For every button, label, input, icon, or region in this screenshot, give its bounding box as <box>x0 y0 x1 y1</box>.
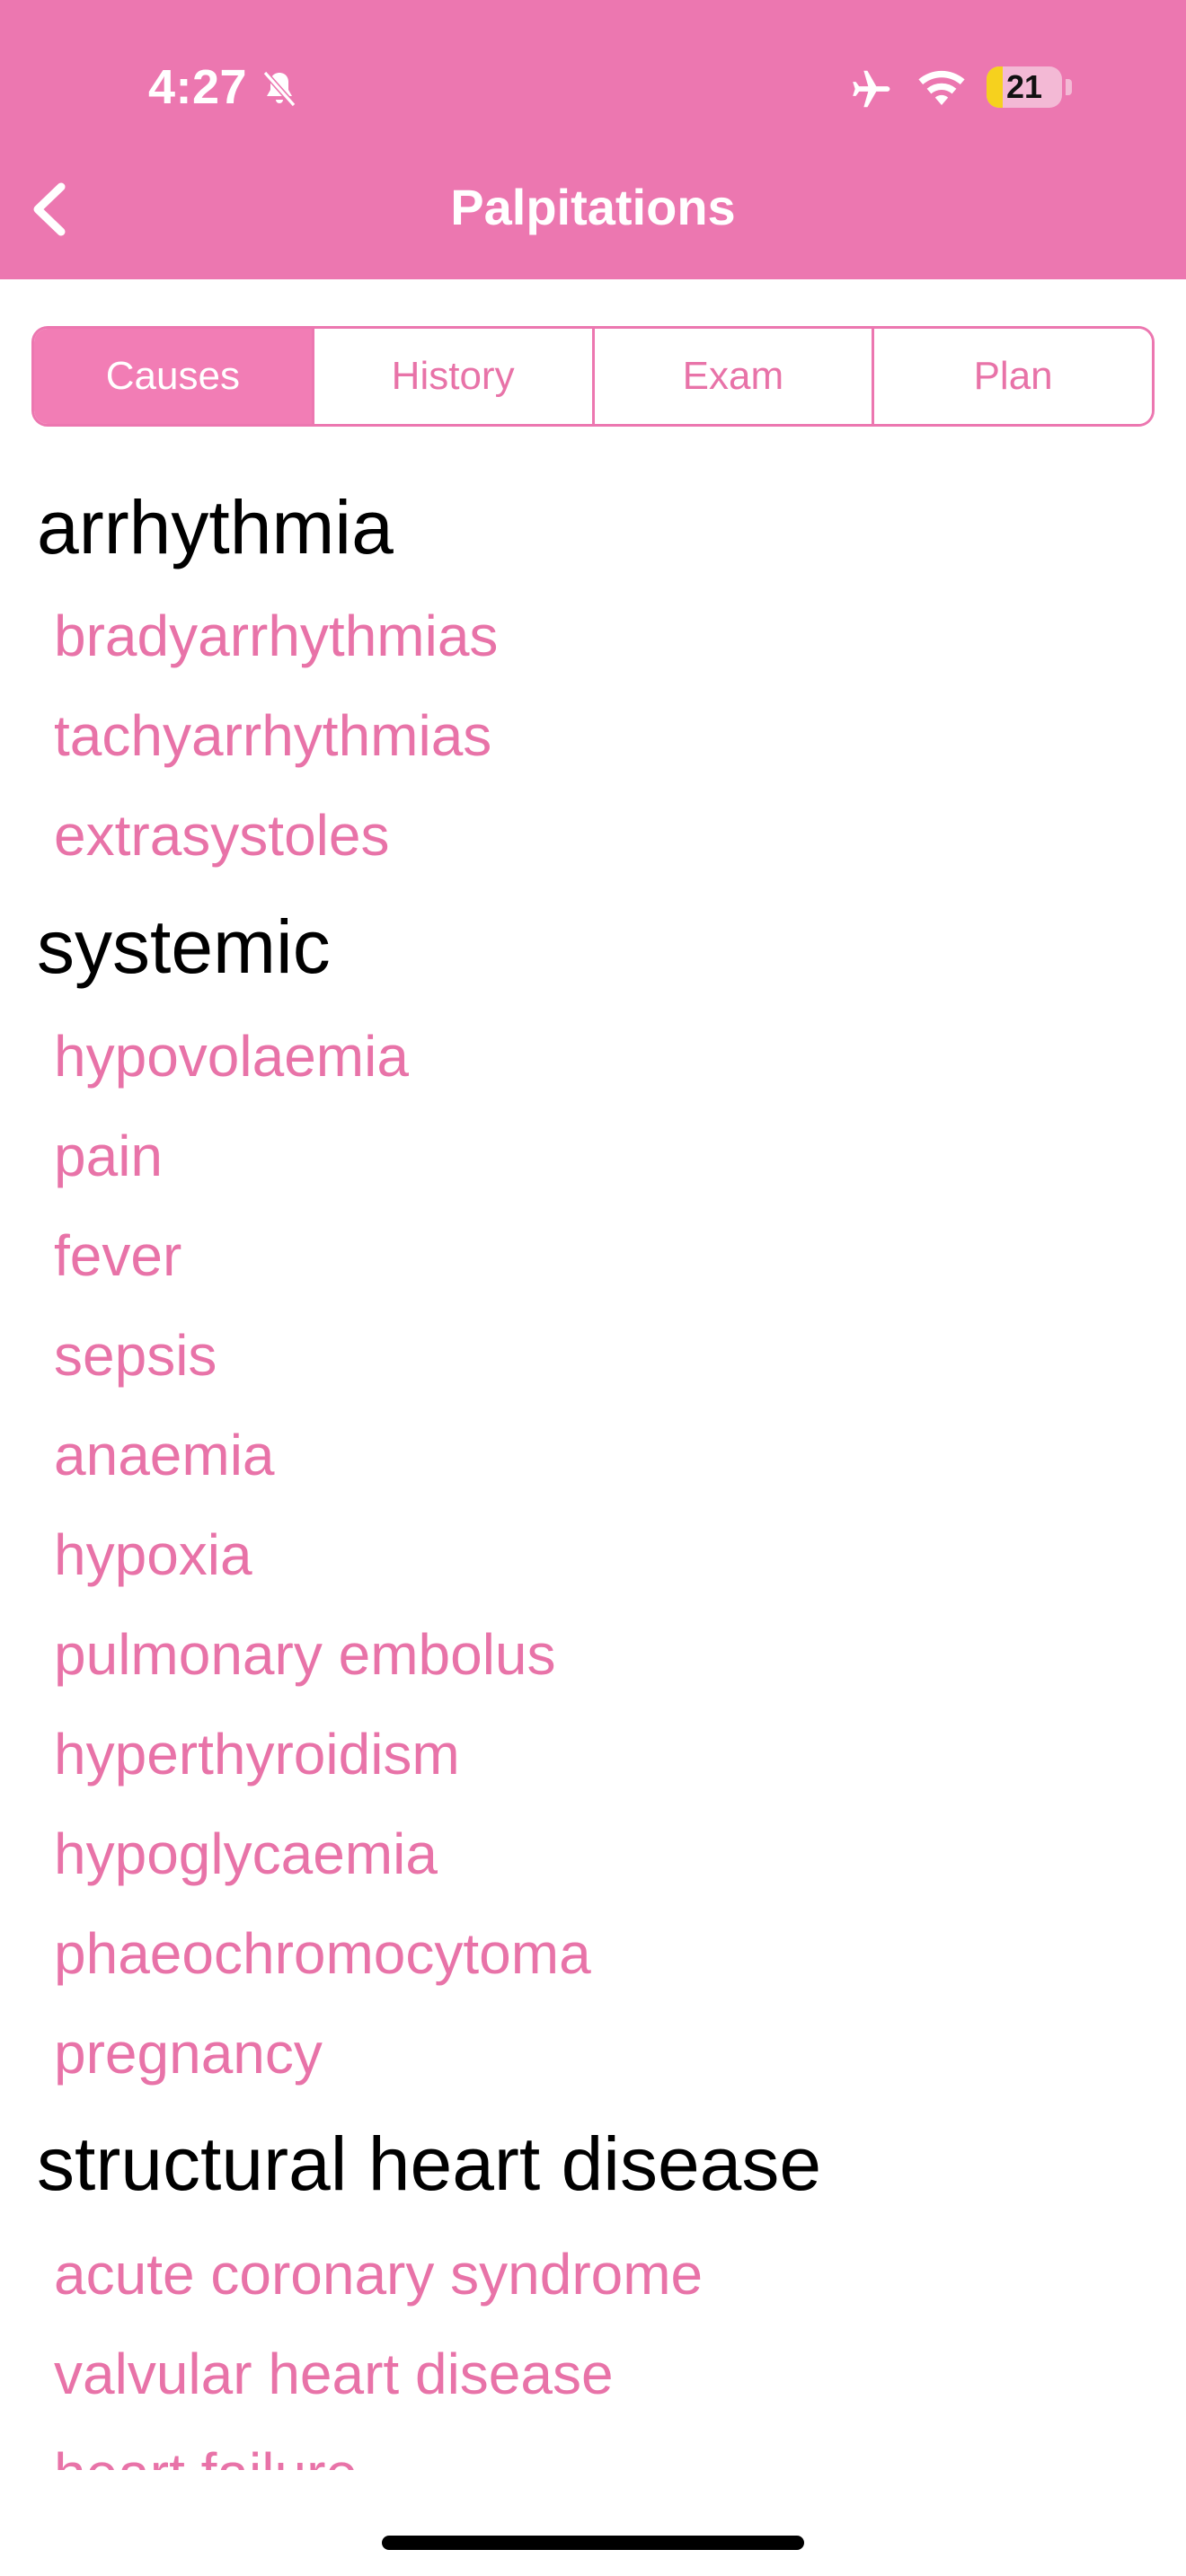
home-indicator <box>382 2536 804 2550</box>
causes-list: arrhythmia bradyarrhythmias tachyarrhyth… <box>0 467 1186 2470</box>
group-title-systemic: systemic <box>37 904 331 989</box>
tab-exam[interactable]: Exam <box>591 329 872 424</box>
list-item[interactable]: pulmonary embolus <box>54 1621 556 1688</box>
airplane-icon <box>853 70 890 108</box>
list-item[interactable]: heart failure <box>54 2440 358 2470</box>
list-item[interactable]: hypoglycaemia <box>54 1821 438 1887</box>
tab-plan[interactable]: Plan <box>872 329 1152 424</box>
status-time: 4:27 <box>148 60 248 114</box>
group-title-arrhythmia: arrhythmia <box>37 485 394 569</box>
list-item[interactable]: hyperthyroidism <box>54 1721 460 1787</box>
battery-cap <box>1066 79 1072 95</box>
list-item[interactable]: anaemia <box>54 1422 275 1488</box>
navigation-header: 4:27 21 Palpitations <box>0 0 1186 279</box>
tab-history[interactable]: History <box>311 329 592 424</box>
list-item[interactable]: bradyarrhythmias <box>54 603 498 669</box>
list-item[interactable]: fever <box>54 1222 181 1289</box>
list-item[interactable]: hypovolaemia <box>54 1023 409 1090</box>
list-item[interactable]: valvular heart disease <box>54 2341 614 2407</box>
wifi-icon <box>918 70 965 105</box>
tab-causes[interactable]: Causes <box>34 329 312 424</box>
list-item[interactable]: pain <box>54 1123 163 1189</box>
bell-slash-icon <box>262 70 296 108</box>
list-item[interactable]: tachyarrhythmias <box>54 702 491 769</box>
list-item[interactable]: extrasystoles <box>54 802 389 869</box>
section-tabs: Causes History Exam Plan <box>31 326 1155 427</box>
group-title-structural-heart-disease: structural heart disease <box>37 2122 822 2206</box>
list-item[interactable]: hypoxia <box>54 1522 252 1588</box>
battery-percent: 21 <box>1005 68 1043 105</box>
list-item[interactable]: sepsis <box>54 1322 217 1389</box>
list-item[interactable]: pregnancy <box>54 2020 323 2086</box>
battery-icon: 21 <box>987 66 1062 108</box>
page-title: Palpitations <box>450 179 736 235</box>
list-item[interactable]: acute coronary syndrome <box>54 2241 703 2307</box>
list-item[interactable]: phaeochromocytoma <box>54 1920 591 1987</box>
